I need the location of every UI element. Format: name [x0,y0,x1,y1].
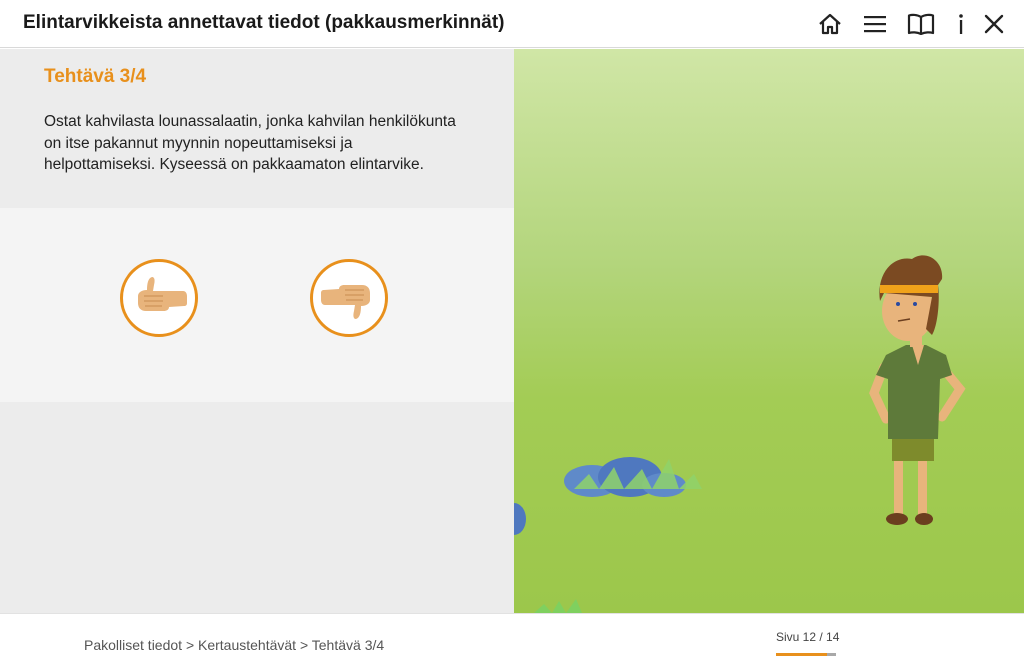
close-icon[interactable] [979,10,1009,38]
page-counter: Sivu 12 / 14 [776,630,840,644]
question-box: Tehtävä 3/4 Ostat kahvilasta lounassalaa… [0,49,514,208]
home-icon[interactable] [815,10,845,38]
progress-fill [776,653,828,656]
scene-illustration [514,255,966,613]
thumbs-up-button[interactable] [120,259,198,337]
thumbs-up-icon [138,277,187,311]
answer-area [0,208,514,402]
page-title: Elintarvikkeista annettavat tiedot (pakk… [23,12,505,33]
character [869,255,966,525]
illustration-scene [514,49,1024,613]
thumbs-down-button[interactable] [310,259,388,337]
book-icon[interactable] [906,10,936,38]
task-text: Ostat kahvilasta lounassalaatin, jonka k… [44,113,456,173]
footer: Pakolliset tiedot > Kertaustehtävät > Te… [0,613,1024,670]
info-icon[interactable] [946,10,976,38]
top-bar: Elintarvikkeista annettavat tiedot (pakk… [0,0,1024,48]
task-title: Tehtävä 3/4 [44,66,147,87]
task-panel: Tehtävä 3/4 Ostat kahvilasta lounassalaa… [0,49,514,613]
thumbs-down-icon [321,285,370,319]
progress-bar [776,653,836,656]
breadcrumb: Pakolliset tiedot > Kertaustehtävät > Te… [84,637,385,653]
menu-icon[interactable] [860,10,890,38]
